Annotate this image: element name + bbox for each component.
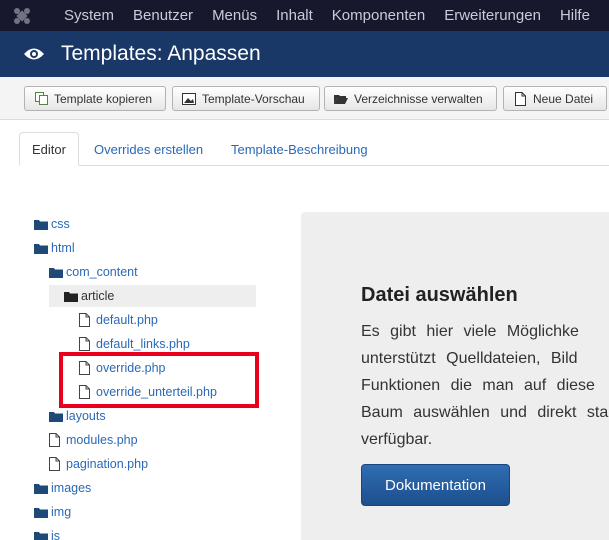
tab-template-description-label: Template-Beschreibung bbox=[231, 141, 368, 157]
documentation-button[interactable]: Dokumentation bbox=[361, 464, 510, 506]
eye-icon bbox=[23, 43, 45, 65]
top-menu-bar: System Benutzer Menüs Inhalt Komponenten… bbox=[0, 0, 609, 31]
folder-icon bbox=[34, 241, 49, 255]
folder-icon bbox=[49, 409, 64, 423]
folder-icon bbox=[34, 481, 49, 495]
folder-icon bbox=[49, 265, 64, 279]
folder-icon bbox=[64, 289, 79, 303]
tree-file-default[interactable]: default.php bbox=[79, 309, 158, 331]
manage-folders-label: Verzeichnisse verwalten bbox=[354, 91, 483, 106]
select-file-panel: Datei auswählen Es gibt hier viele Mögli… bbox=[301, 212, 609, 540]
highlight-box bbox=[59, 352, 259, 408]
folder-icon bbox=[34, 217, 49, 231]
tab-overrides[interactable]: Overrides erstellen bbox=[82, 132, 215, 166]
tree-folder-css[interactable]: css bbox=[34, 213, 70, 235]
tree-folder-images[interactable]: images bbox=[34, 477, 91, 499]
toolbar: Template kopieren Template-Vorschau Verz… bbox=[0, 77, 609, 120]
page-header: Templates: Anpassen bbox=[0, 31, 609, 77]
panel-text-line: Baum auswählen und direkt sta bbox=[361, 404, 609, 421]
file-icon bbox=[79, 337, 94, 351]
tab-overrides-label: Overrides erstellen bbox=[94, 141, 204, 157]
manage-folders-button[interactable]: Verzeichnisse verwalten bbox=[324, 86, 497, 111]
tree-file-pagination[interactable]: pagination.php bbox=[49, 453, 148, 475]
file-icon bbox=[513, 91, 527, 106]
tab-template-description[interactable]: Template-Beschreibung bbox=[219, 132, 380, 166]
panel-text-line: Funktionen die man auf diese bbox=[361, 377, 595, 394]
new-file-label: Neue Datei bbox=[533, 91, 594, 106]
tab-editor-label: Editor bbox=[32, 141, 66, 157]
menu-inhalt[interactable]: Inhalt bbox=[276, 7, 313, 24]
folder-open-icon bbox=[334, 92, 348, 106]
panel-text-line: verfügbar. bbox=[361, 431, 433, 448]
menu-benutzer[interactable]: Benutzer bbox=[133, 7, 193, 24]
menu-hilfe[interactable]: Hilfe bbox=[560, 7, 590, 24]
folder-icon bbox=[34, 505, 49, 519]
menu-menues[interactable]: Menüs bbox=[212, 7, 257, 24]
panel-heading: Datei auswählen bbox=[361, 284, 518, 306]
copy-template-label: Template kopieren bbox=[54, 91, 153, 106]
file-icon bbox=[49, 433, 64, 447]
menu-system[interactable]: System bbox=[64, 7, 114, 24]
picture-icon bbox=[182, 92, 196, 106]
tab-editor[interactable]: Editor bbox=[19, 132, 79, 166]
folder-icon bbox=[34, 529, 49, 540]
new-file-button[interactable]: Neue Datei bbox=[503, 86, 607, 111]
menu-komponenten[interactable]: Komponenten bbox=[332, 7, 425, 24]
tree-folder-html[interactable]: html bbox=[34, 237, 75, 259]
tree-folder-article[interactable]: article bbox=[49, 285, 256, 307]
joomla-logo-icon[interactable] bbox=[0, 0, 44, 31]
tree-folder-layouts[interactable]: layouts bbox=[49, 405, 106, 427]
tree-file-modules[interactable]: modules.php bbox=[49, 429, 138, 451]
template-preview-label: Template-Vorschau bbox=[202, 91, 305, 106]
file-icon bbox=[49, 457, 64, 471]
panel-text-line: Es gibt hier viele Möglichke bbox=[361, 323, 579, 340]
panel-text-line: unterstützt Quelldateien, Bild bbox=[361, 350, 578, 367]
tree-folder-js[interactable]: js bbox=[34, 525, 60, 540]
tree-folder-com-content[interactable]: com_content bbox=[49, 261, 138, 283]
page-title: Templates: Anpassen bbox=[61, 42, 261, 65]
copy-template-button[interactable]: Template kopieren bbox=[24, 86, 166, 111]
copy-icon bbox=[34, 92, 48, 106]
menu-erweiterungen[interactable]: Erweiterungen bbox=[444, 7, 541, 24]
tree-folder-img[interactable]: img bbox=[34, 501, 71, 523]
file-icon bbox=[79, 313, 94, 327]
template-preview-button[interactable]: Template-Vorschau bbox=[172, 86, 320, 111]
